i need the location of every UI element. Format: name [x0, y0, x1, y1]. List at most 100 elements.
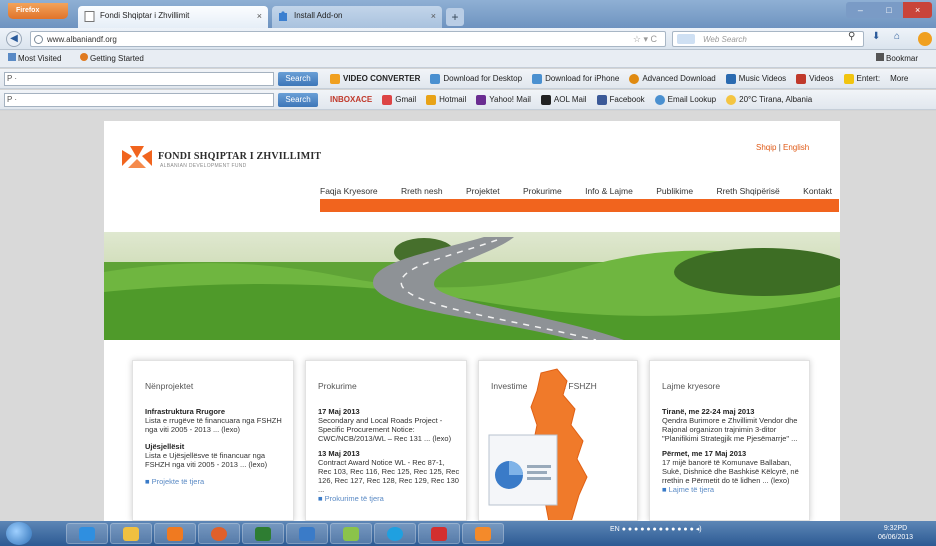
item-date: 13 Maj 2013	[318, 449, 360, 458]
link-label: Advanced Download	[642, 74, 716, 83]
item-text[interactable]: Contract Award Notice WL - Rec 87-1, Rec…	[318, 458, 460, 494]
bookmarks-menu[interactable]: Bookmar	[876, 50, 918, 68]
taskbar-excel[interactable]	[242, 523, 284, 544]
nav-faqja-kryesore[interactable]: Faqja Kryesore	[320, 186, 378, 196]
toolbar-search-button[interactable]: Search	[278, 93, 318, 107]
toolbar-search-input[interactable]: P ·	[4, 93, 274, 107]
minimize-icon[interactable]: –	[846, 2, 875, 18]
magnifier-icon	[654, 95, 665, 105]
entertainment-link[interactable]: Entert:	[843, 69, 880, 89]
nav-info-lajme[interactable]: Info & Lajme	[585, 186, 633, 196]
hotmail-link[interactable]: Hotmail	[426, 90, 466, 110]
item-title[interactable]: Infrastruktura Rrugore	[145, 407, 225, 416]
search-icon[interactable]: ⚲	[848, 31, 855, 42]
box-investime: Investime Atlasi i FSHZH	[478, 360, 638, 521]
clock[interactable]: 9:32PD 06/06/2013	[878, 524, 913, 542]
aol-mail-link[interactable]: AOL Mail	[540, 90, 587, 110]
taskbar-explorer[interactable]	[110, 523, 152, 544]
more-procurement-link[interactable]: Prokurime të tjera	[325, 494, 384, 503]
download-icon[interactable]: ⬇	[872, 31, 880, 42]
language-indicator[interactable]: EN	[610, 526, 620, 533]
box-title: Lajme kryesore	[662, 381, 721, 391]
close-window-icon[interactable]: ×	[903, 2, 932, 18]
more-news-link[interactable]: Lajme të tjera	[669, 485, 714, 494]
search-engine-icon[interactable]	[677, 34, 695, 44]
videos-link[interactable]: Videos	[796, 69, 834, 89]
lang-shqip-link[interactable]: Shqip	[756, 143, 776, 152]
nav-rreth-nesh[interactable]: Rreth nesh	[401, 186, 443, 196]
start-button[interactable]	[6, 522, 32, 545]
music-videos-link[interactable]: Music Videos	[725, 69, 786, 89]
logo-title[interactable]: FONDI SHQIPTAR I ZHVILLIMIT	[158, 151, 321, 162]
facebook-link[interactable]: Facebook	[596, 90, 645, 110]
item-title[interactable]: Përmet, me 17 Maj 2013	[662, 449, 746, 458]
bookmark-star-icon[interactable]: ☆ ▾ C	[633, 32, 657, 47]
tab-fondi[interactable]: Fondi Shqiptar i Zhvillimit ×	[78, 6, 268, 28]
item-title[interactable]: Ujësjellësit	[145, 442, 184, 451]
new-tab-button[interactable]: +	[446, 8, 464, 26]
taskbar-app[interactable]	[462, 523, 504, 544]
download-desktop-link[interactable]: Download for Desktop	[430, 69, 522, 89]
close-tab-icon[interactable]: ×	[431, 6, 436, 26]
tray-icons[interactable]: ● ● ● ● ● ● ● ● ● ● ● ● ◂)	[622, 526, 702, 533]
inboxace-link[interactable]: INBOXACE	[330, 90, 372, 110]
puzzle-icon	[279, 11, 287, 21]
back-button[interactable]: ◀	[6, 31, 22, 47]
link-label: 20°C Tirana, Albania	[739, 95, 813, 104]
taskbar-tool[interactable]	[330, 523, 372, 544]
toolbar-search-input[interactable]: P ·	[4, 72, 274, 86]
item-text: Lista e Ujësjellësve të financuar nga FS…	[145, 451, 268, 469]
fshzh-logo-icon[interactable]	[122, 144, 152, 168]
firefox-menu-button[interactable]: Firefox	[8, 3, 68, 19]
item-title[interactable]: Tiranë, me 22-24 maj 2013	[662, 407, 754, 416]
lang-english-link[interactable]: English	[783, 143, 809, 152]
nav-publikime[interactable]: Publikime	[656, 186, 693, 196]
web-search-input[interactable]: Web Search	[672, 31, 864, 47]
albania-map-image[interactable]	[479, 361, 638, 521]
link-label: Email Lookup	[667, 95, 717, 104]
box-nenprojektet: Nënprojektet Infrastruktura Rrugore List…	[132, 360, 294, 521]
more-projects-link[interactable]: Projekte të tjera	[152, 477, 205, 486]
spreadsheet-icon	[255, 527, 271, 541]
item-text[interactable]: Secondary and Local Roads Project - Spec…	[318, 416, 460, 443]
more-link[interactable]: More	[890, 69, 908, 89]
email-lookup-link[interactable]: Email Lookup	[654, 90, 717, 110]
taskbar-ie[interactable]	[66, 523, 108, 544]
advanced-download-link[interactable]: Advanced Download	[629, 69, 716, 89]
nav-rreth-shqiperise[interactable]: Rreth Shqipërisë	[716, 186, 779, 196]
video-converter-link[interactable]: VIDEO CONVERTER	[330, 69, 420, 89]
nav-projektet[interactable]: Projektet	[466, 186, 500, 196]
getting-started-link[interactable]: Getting Started	[80, 50, 144, 68]
clock-date: 06/06/2013	[878, 534, 914, 541]
weather-link[interactable]: 20°C Tirana, Albania	[726, 90, 812, 110]
download-iphone-link[interactable]: Download for iPhone	[532, 69, 619, 89]
taskbar-media[interactable]	[154, 523, 196, 544]
link-label: VIDEO CONVERTER	[343, 74, 421, 83]
yahoo-mail-link[interactable]: Yahoo! Mail	[476, 90, 531, 110]
taskbar-firefox[interactable]	[198, 523, 240, 544]
maximize-icon[interactable]: □	[874, 2, 904, 18]
close-tab-icon[interactable]: ×	[257, 6, 262, 26]
most-visited-link[interactable]: Most Visited	[8, 50, 61, 68]
box-title: Prokurime	[318, 381, 357, 391]
folder-icon	[123, 527, 139, 541]
home-icon[interactable]: ⌂	[894, 31, 900, 42]
accent-bar	[320, 199, 839, 212]
toolbar-video-converter: P · Search VIDEO CONVERTER Download for …	[0, 69, 936, 89]
nav-prokurime[interactable]: Prokurime	[523, 186, 562, 196]
tab-install-addon[interactable]: Install Add-on ×	[272, 6, 442, 28]
taskbar-acrobat[interactable]	[418, 523, 460, 544]
firefox-icon[interactable]	[918, 32, 932, 46]
nav-kontakt[interactable]: Kontakt	[803, 186, 832, 196]
gmail-link[interactable]: Gmail	[382, 90, 416, 110]
link-label: AOL Mail	[553, 95, 587, 104]
toolbar-search-button[interactable]: Search	[278, 72, 318, 86]
link-label: Gmail	[395, 95, 417, 104]
page-icon	[84, 11, 95, 22]
hotmail-icon	[426, 95, 437, 105]
address-bar[interactable]: www.albaniandf.org ☆ ▾ C	[30, 31, 666, 47]
network-icon	[299, 527, 315, 541]
taskbar-skype[interactable]	[374, 523, 416, 544]
internet-explorer-icon	[79, 527, 95, 541]
taskbar-network[interactable]	[286, 523, 328, 544]
